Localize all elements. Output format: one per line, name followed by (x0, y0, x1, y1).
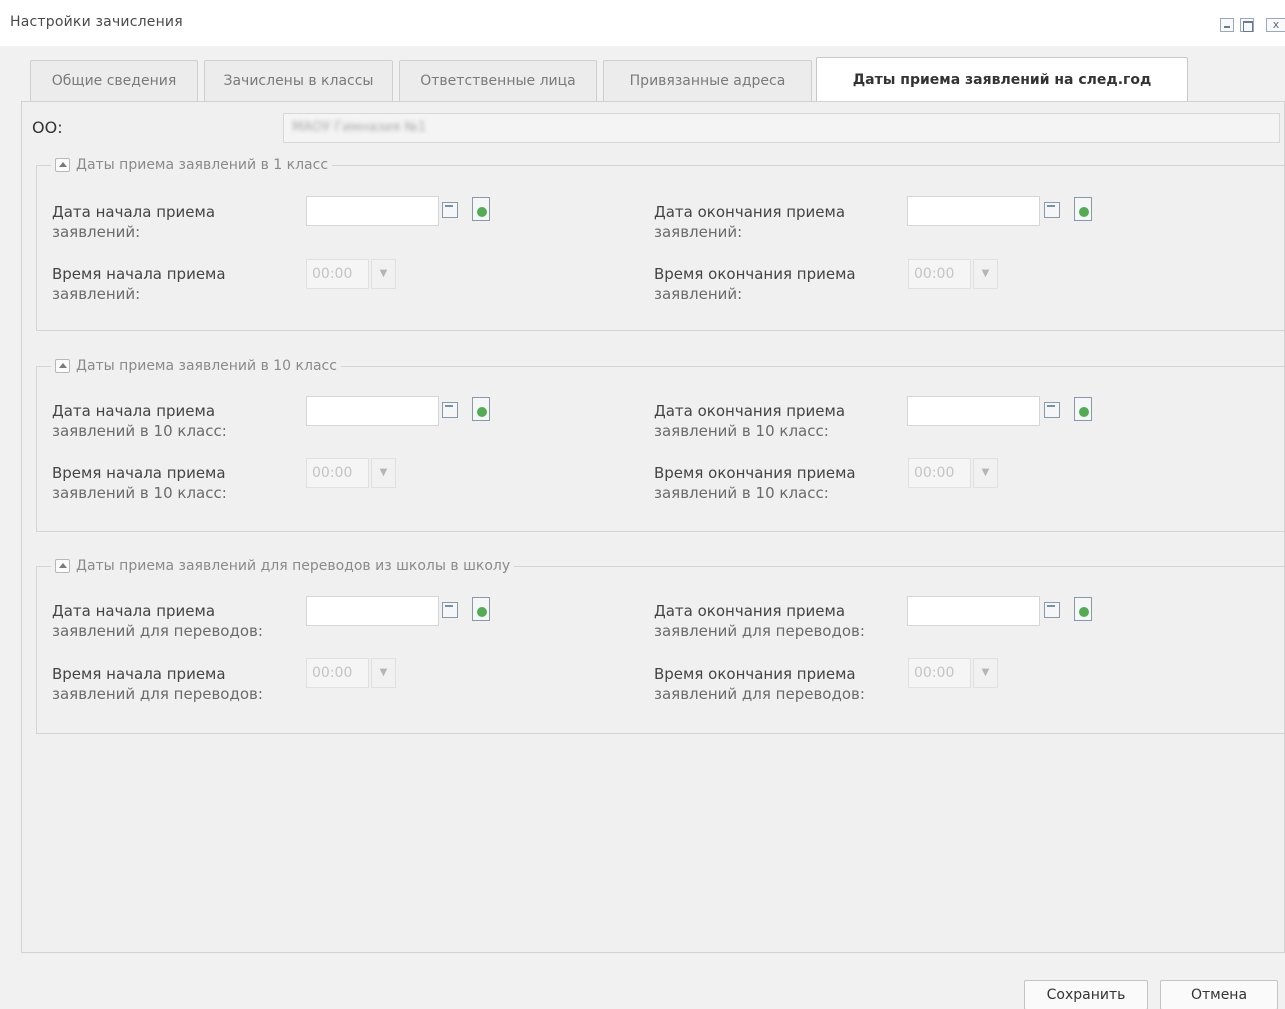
oo-value: МАОУ Гимназия №1 (292, 120, 427, 135)
chevron-down-icon[interactable]: ▼ (973, 458, 998, 488)
label-line: Дата окончания приема (654, 203, 846, 221)
label-line: заявлений для переводов: (52, 622, 263, 640)
calendar-icon[interactable] (442, 402, 458, 418)
end-time-input[interactable]: 00:00 (908, 259, 971, 289)
date-select-icon[interactable] (472, 597, 490, 621)
date-select-icon[interactable] (1074, 397, 1092, 421)
end-time-label: Время окончания приема заявлений: (654, 264, 904, 304)
start-date-label: Дата начала приема заявлений для перевод… (52, 601, 302, 641)
calendar-icon[interactable] (442, 202, 458, 218)
tab-strip: Общие сведения Зачислены в классы Ответс… (20, 51, 1285, 103)
label-line: Время окончания приема (654, 265, 856, 283)
label-line: Дата начала приема (52, 402, 216, 420)
start-date-label: Дата начала приема заявлений в 10 класс: (52, 401, 302, 441)
date-select-icon[interactable] (472, 197, 490, 221)
start-date-input[interactable] (306, 396, 439, 426)
window-title: Настройки зачисления (10, 14, 183, 30)
group-legend: Даты приема заявлений в 1 класс (51, 154, 333, 176)
maximize-button[interactable] (1240, 18, 1254, 32)
group-legend-text: Даты приема заявлений в 1 класс (76, 157, 329, 173)
end-time-input[interactable]: 00:00 (908, 458, 971, 488)
calendar-icon[interactable] (1044, 602, 1060, 618)
start-time-label: Время начала приема заявлений: (52, 264, 302, 304)
end-time-label: Время окончания приема заявлений в 10 кл… (654, 463, 904, 503)
label-line: Дата окончания приема (654, 602, 846, 620)
group-legend-text: Даты приема заявлений для переводов из ш… (76, 558, 511, 574)
label-line: заявлений в 10 класс: (654, 422, 829, 440)
end-time-input[interactable]: 00:00 (908, 658, 971, 688)
minimize-button[interactable] (1220, 18, 1234, 32)
tab-application-dates-next-year[interactable]: Даты приема заявлений на след.год (816, 57, 1188, 103)
group-legend-text: Даты приема заявлений в 10 класс (76, 358, 337, 374)
label-line: Время начала приема (52, 665, 226, 683)
save-button[interactable]: Сохранить (1024, 980, 1148, 1009)
label-line: заявлений в 10 класс: (52, 422, 227, 440)
end-date-label: Дата окончания приема заявлений для пере… (654, 601, 904, 641)
chevron-down-icon[interactable]: ▼ (973, 259, 998, 289)
group-legend: Даты приема заявлений в 10 класс (51, 355, 341, 377)
start-date-input[interactable] (306, 596, 439, 626)
tab-enrolled-classes[interactable]: Зачислены в классы (204, 60, 393, 102)
window-titlebar: Настройки зачисления x (0, 0, 1285, 46)
label-line: заявлений: (654, 285, 743, 303)
calendar-icon[interactable] (1044, 202, 1060, 218)
start-date-input[interactable] (306, 196, 439, 226)
cancel-button[interactable]: Отмена (1160, 980, 1278, 1009)
end-date-label: Дата окончания приема заявлений: (654, 202, 904, 242)
start-time-input[interactable]: 00:00 (306, 458, 369, 488)
group-grade-10-dates: Даты приема заявлений в 10 класс (36, 355, 1285, 532)
end-date-label: Дата окончания приема заявлений в 10 кла… (654, 401, 904, 441)
calendar-icon[interactable] (442, 602, 458, 618)
label-line: заявлений: (52, 223, 141, 241)
start-date-label: Дата начала приема заявлений: (52, 202, 302, 242)
end-date-input[interactable] (907, 196, 1040, 226)
label-line: заявлений: (52, 285, 141, 303)
label-line: Время начала приема (52, 265, 226, 283)
close-button[interactable]: x (1266, 18, 1285, 32)
date-select-icon[interactable] (1074, 597, 1092, 621)
oo-label: ОО: (32, 118, 63, 137)
oo-field: МАОУ Гимназия №1 (283, 113, 1280, 143)
start-time-label: Время начала приема заявлений в 10 класс… (52, 463, 302, 503)
start-time-input[interactable]: 00:00 (306, 259, 369, 289)
label-line: заявлений для переводов: (52, 685, 263, 703)
end-date-input[interactable] (907, 396, 1040, 426)
collapse-arrow-icon[interactable] (55, 359, 70, 373)
end-date-input[interactable] (907, 596, 1040, 626)
label-line: заявлений для переводов: (654, 685, 865, 703)
group-grade-1-dates: Даты приема заявлений в 1 класс (36, 154, 1285, 331)
label-line: заявлений для переводов: (654, 622, 865, 640)
group-legend: Даты приема заявлений для переводов из ш… (51, 555, 515, 577)
date-select-icon[interactable] (472, 397, 490, 421)
label-line: заявлений в 10 класс: (52, 484, 227, 502)
chevron-down-icon[interactable]: ▼ (371, 259, 396, 289)
end-time-label: Время окончания приема заявлений для пер… (654, 664, 904, 704)
collapse-arrow-icon[interactable] (55, 559, 70, 573)
chevron-down-icon[interactable]: ▼ (371, 458, 396, 488)
label-line: Дата начала приема (52, 602, 216, 620)
collapse-arrow-icon[interactable] (55, 158, 70, 172)
start-time-input[interactable]: 00:00 (306, 658, 369, 688)
chevron-down-icon[interactable]: ▼ (371, 658, 396, 688)
calendar-icon[interactable] (1044, 402, 1060, 418)
tab-general-info[interactable]: Общие сведения (30, 60, 198, 102)
start-time-label: Время начала приема заявлений для перево… (52, 664, 302, 704)
label-line: Время окончания приема (654, 464, 856, 482)
group-transfer-dates: Даты приема заявлений для переводов из ш… (36, 555, 1285, 734)
tab-responsible-persons[interactable]: Ответственные лица (399, 60, 597, 102)
tab-linked-addresses[interactable]: Привязанные адреса (603, 60, 812, 102)
label-line: Дата окончания приема (654, 402, 846, 420)
label-line: заявлений в 10 класс: (654, 484, 829, 502)
label-line: Дата начала приема (52, 203, 216, 221)
date-select-icon[interactable] (1074, 197, 1092, 221)
label-line: Время начала приема (52, 464, 226, 482)
label-line: Время окончания приема (654, 665, 856, 683)
label-line: заявлений: (654, 223, 743, 241)
enrollment-settings-window: Настройки зачисления x Общие сведения За… (0, 0, 1285, 1009)
chevron-down-icon[interactable]: ▼ (973, 658, 998, 688)
